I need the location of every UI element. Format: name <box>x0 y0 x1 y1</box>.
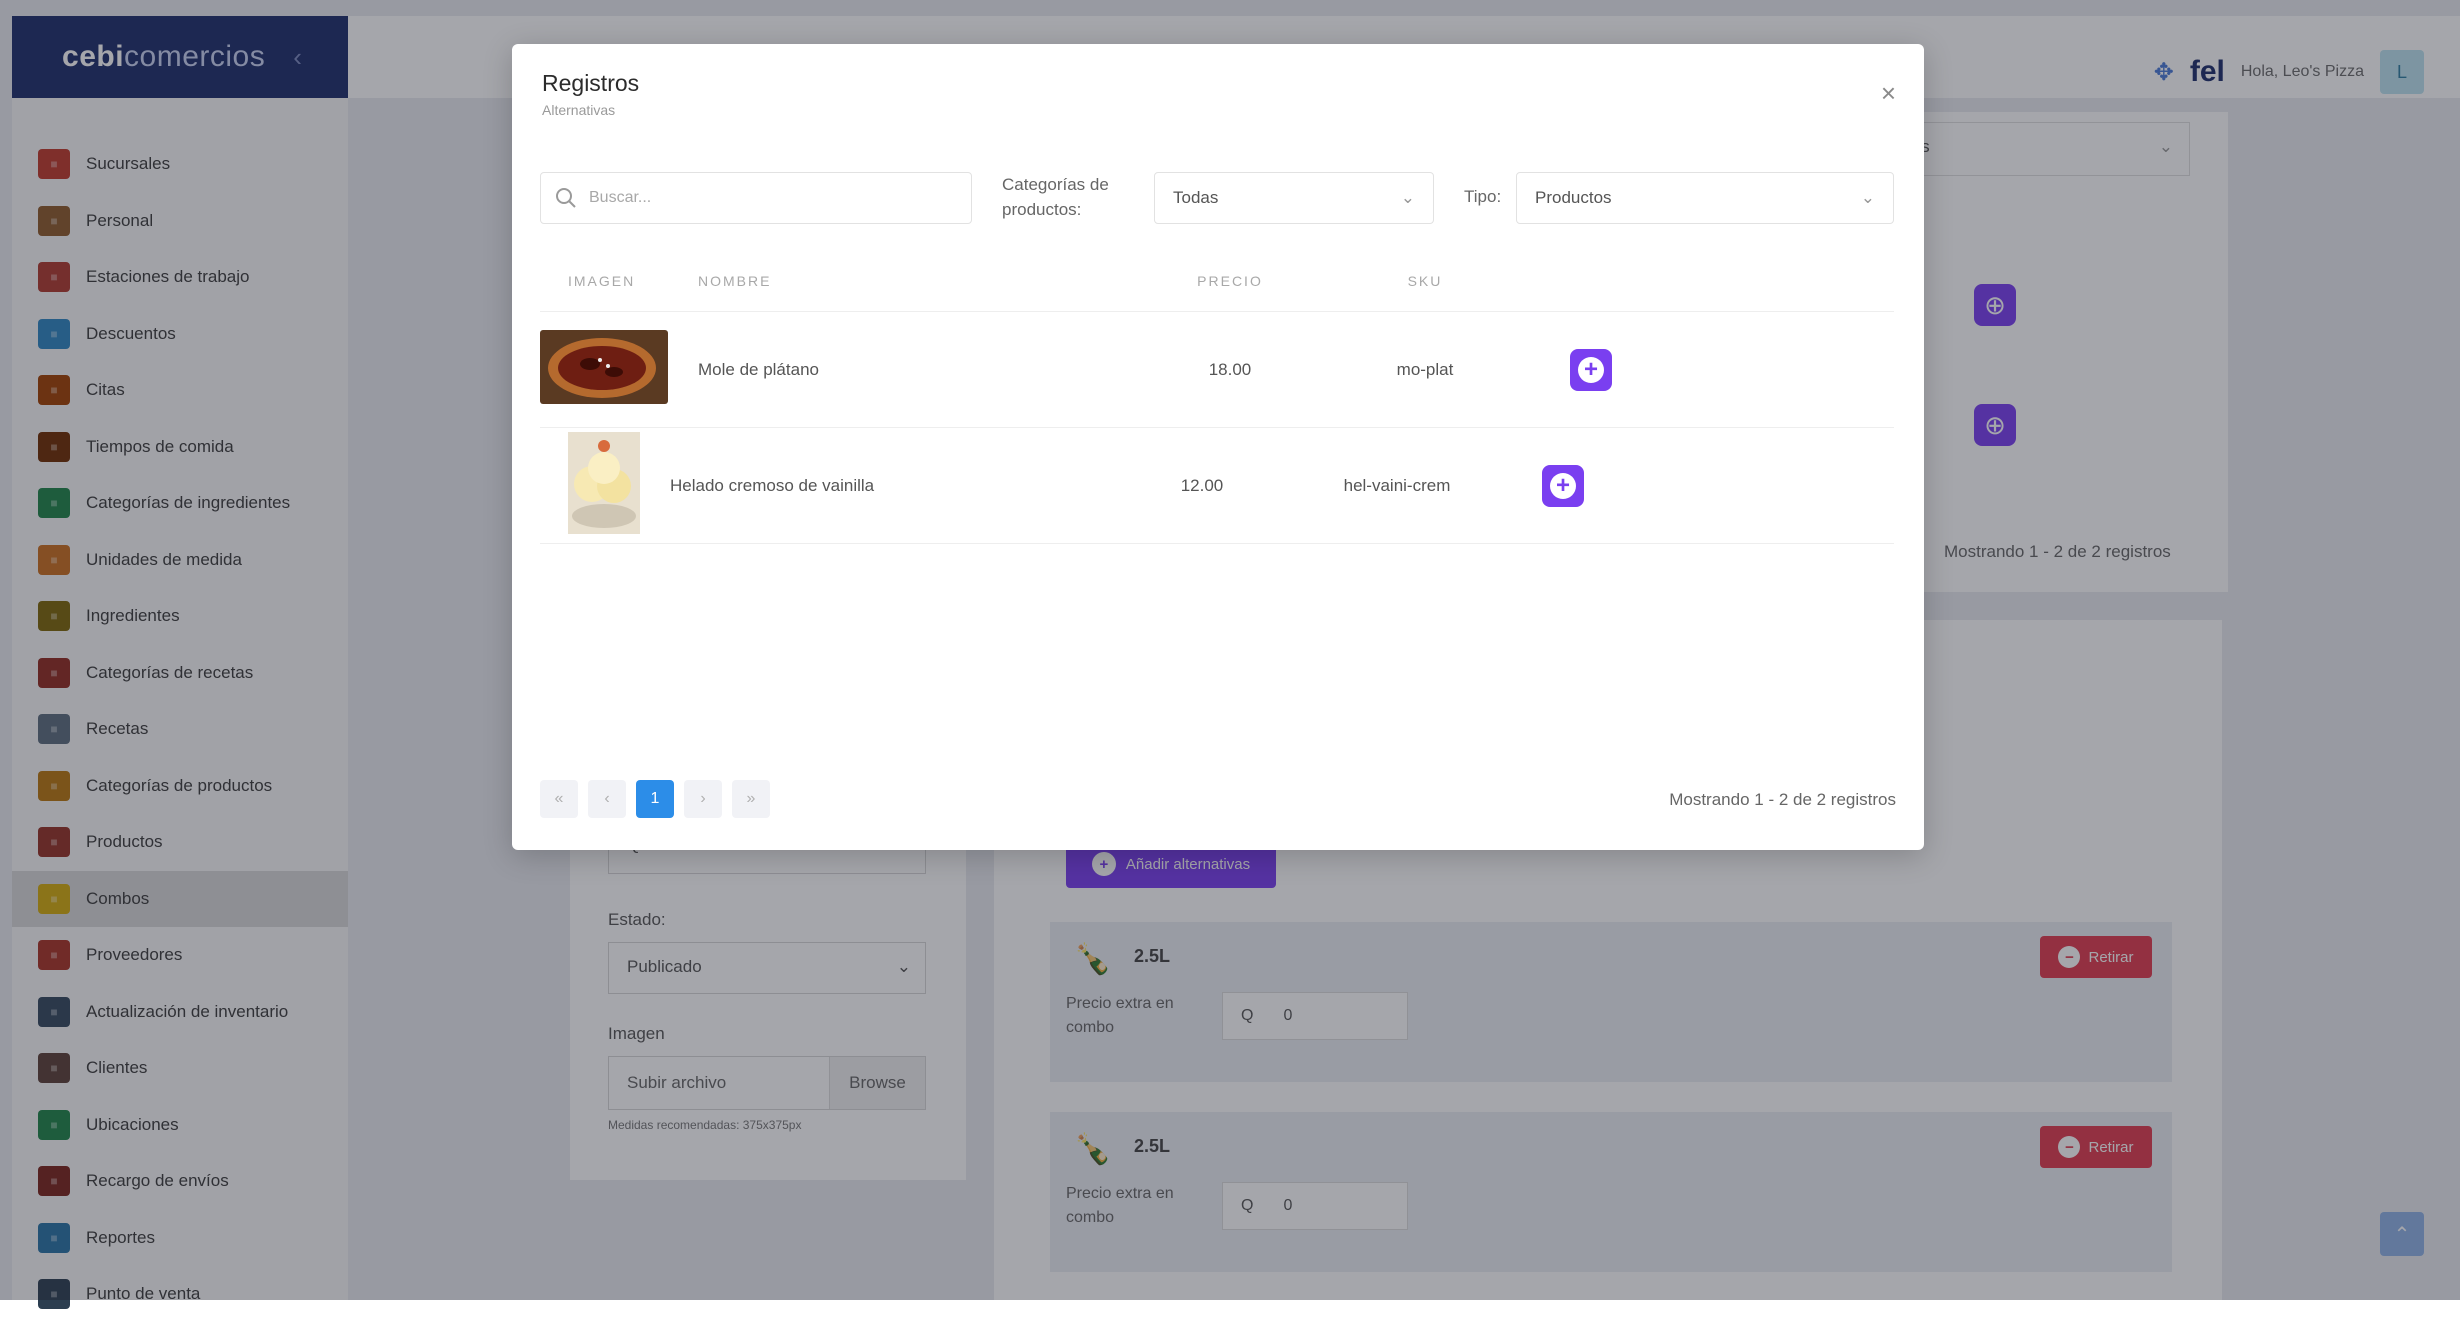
add-record-button[interactable]: + <box>1570 348 1612 391</box>
showing-count: Mostrando 1 - 2 de 2 registros <box>1669 790 1896 809</box>
page-button-current[interactable]: 1 <box>636 780 674 818</box>
product-price: 12.00 <box>1180 475 1224 495</box>
table-header: IMAGEN NOMBRE PRECIO SKU <box>540 250 1894 312</box>
search-input[interactable] <box>589 189 949 207</box>
action-cell: + <box>1540 348 1660 391</box>
search-icon <box>556 188 576 208</box>
next-page-button[interactable]: › <box>684 780 722 818</box>
category-label: Categorías de productos: <box>1002 175 1109 219</box>
chevron-down-icon: ⌄ <box>1400 188 1415 207</box>
product-name: Helado cremoso de vainilla <box>670 475 875 495</box>
column-header: NOMBRE <box>698 272 772 289</box>
plus-circle-icon: + <box>1550 472 1576 499</box>
action-cell: + <box>1512 464 1632 507</box>
type-select[interactable]: Productos ⌄ <box>1516 172 1894 224</box>
product-name: Mole de plátano <box>698 359 819 379</box>
table-row[interactable]: Mole de plátano 18.00 mo-plat + <box>540 312 1894 428</box>
column-header: IMAGEN <box>568 272 636 289</box>
search-field[interactable] <box>540 172 972 224</box>
last-page-button[interactable]: » <box>732 780 770 818</box>
pagination: « ‹ 1 › » <box>540 780 770 818</box>
first-page-button[interactable]: « <box>540 780 578 818</box>
type-label: Tipo: <box>1464 187 1502 206</box>
product-image-cell <box>540 330 698 409</box>
plus-circle-icon: + <box>1578 356 1604 383</box>
column-header: SKU <box>1407 272 1443 289</box>
records-table: IMAGEN NOMBRE PRECIO SKU Mole de plátano… <box>540 250 1894 544</box>
column-header: PRECIO <box>1197 272 1263 289</box>
modal-subtitle: Alternativas <box>542 102 616 118</box>
type-select-value: Productos <box>1535 188 1612 207</box>
vanilla-ice-cream-image <box>568 432 640 534</box>
product-sku: mo-plat <box>1396 359 1454 379</box>
product-sku: hel-vaini-crem <box>1343 475 1451 495</box>
chevron-down-icon: ⌄ <box>1860 188 1875 207</box>
add-record-button[interactable]: + <box>1542 464 1584 507</box>
mole-dish-image <box>540 330 668 404</box>
prev-page-button[interactable]: ‹ <box>588 780 626 818</box>
app-root: c ebi comercios ‹ ■ Sucursales ■ Personal ■ Est… <box>0 0 2460 1310</box>
product-price: 18.00 <box>1208 359 1252 379</box>
table-row[interactable]: Helado cremoso de vainilla 12.00 hel-vai… <box>540 428 1894 544</box>
category-select[interactable]: Todas ⌄ <box>1154 172 1434 224</box>
modal-title: Registros <box>542 70 640 96</box>
category-select-value: Todas <box>1173 188 1219 207</box>
records-modal: Registros Alternativas × Categorías de p… <box>512 44 1924 850</box>
close-icon[interactable]: × <box>1881 78 1896 109</box>
